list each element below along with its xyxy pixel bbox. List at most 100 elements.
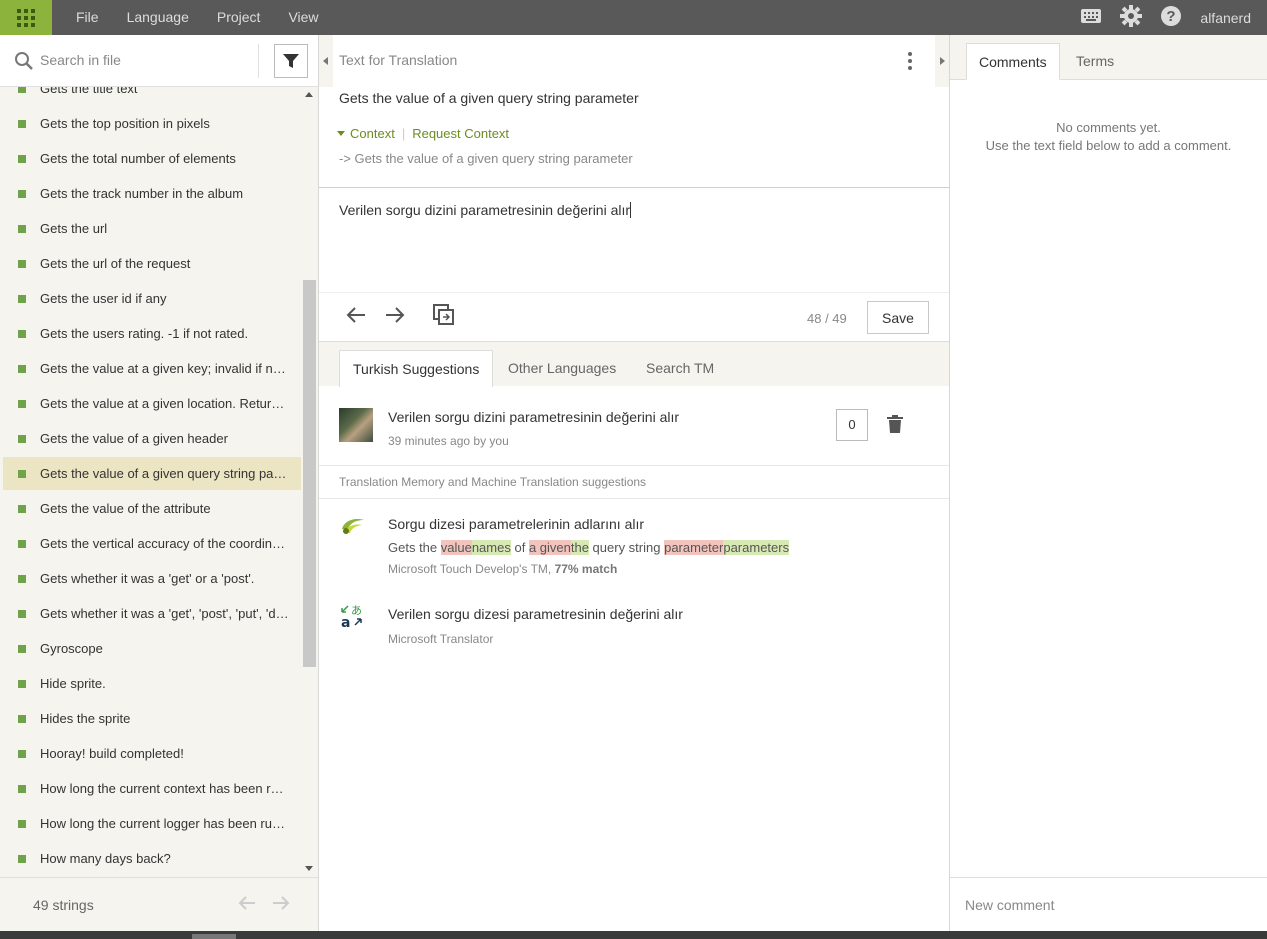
status-dot-icon bbox=[18, 574, 26, 583]
match-percent: 77% match bbox=[554, 562, 618, 576]
string-list-item[interactable]: Gets the value of a given header bbox=[3, 422, 301, 455]
menu-project[interactable]: Project bbox=[203, 0, 275, 35]
tab-terms[interactable]: Terms bbox=[1064, 43, 1126, 80]
filter-button[interactable] bbox=[274, 44, 308, 78]
comments-panel: Comments Terms No comments yet. Use the … bbox=[949, 35, 1267, 931]
editor-panel: Text for Translation Gets the value of a… bbox=[319, 35, 949, 931]
string-list-item[interactable]: Gets the total number of elements bbox=[3, 142, 301, 175]
string-list-item[interactable]: Gets the title text bbox=[3, 87, 301, 105]
scroll-down-arrow-icon[interactable] bbox=[305, 866, 313, 871]
string-list-item-label: Gets the value of a given query string p… bbox=[40, 466, 290, 481]
collapse-right-button[interactable] bbox=[935, 35, 949, 87]
arrow-left-icon[interactable] bbox=[346, 306, 366, 327]
svg-text:あ: あ bbox=[351, 604, 362, 617]
string-list-item-label: Gets whether it was a 'get', 'post', 'pu… bbox=[40, 606, 290, 621]
editor-toolbar: 48 / 49 Save bbox=[319, 292, 949, 341]
arrow-right-icon[interactable] bbox=[385, 306, 405, 327]
username[interactable]: alfanerd bbox=[1200, 10, 1251, 26]
translator-icon: aあ bbox=[340, 603, 364, 632]
string-list-item[interactable]: Gyroscope bbox=[3, 632, 301, 665]
context-description: -> Gets the value of a given query strin… bbox=[339, 151, 633, 166]
status-dot-icon bbox=[18, 819, 26, 828]
apps-grid-icon[interactable] bbox=[0, 0, 52, 35]
string-list-item[interactable]: Gets the users rating. -1 if not rated. bbox=[3, 317, 301, 350]
vote-count-button[interactable]: 0 bbox=[836, 409, 868, 441]
string-list-item[interactable]: Gets the url of the request bbox=[3, 247, 301, 280]
more-options-icon[interactable] bbox=[907, 52, 913, 70]
prev-page-icon[interactable] bbox=[238, 895, 256, 914]
tab-turkish-suggestions[interactable]: Turkish Suggestions bbox=[339, 350, 494, 387]
search-icon bbox=[14, 51, 34, 74]
chevron-left-icon bbox=[323, 57, 328, 65]
menu-view[interactable]: View bbox=[274, 0, 332, 35]
status-dot-icon bbox=[18, 294, 26, 303]
collapse-left-button[interactable] bbox=[319, 35, 333, 87]
string-list-item-label: Gets the url bbox=[40, 221, 108, 236]
search-input[interactable]: Search in file bbox=[40, 52, 121, 68]
string-list-item[interactable]: Hooray! build completed! bbox=[3, 737, 301, 770]
tab-other-languages[interactable]: Other Languages bbox=[495, 350, 629, 387]
string-count: 49 strings bbox=[33, 897, 94, 913]
source-string: Gets the value of a given query string p… bbox=[339, 90, 639, 106]
divider bbox=[319, 187, 949, 188]
chevron-right-icon bbox=[940, 57, 945, 65]
string-list-item[interactable]: Gets the value of a given query string p… bbox=[3, 457, 301, 490]
scrollbar-thumb[interactable] bbox=[303, 280, 316, 667]
string-list-item[interactable]: Hide sprite. bbox=[3, 667, 301, 700]
context-toggle[interactable]: Context bbox=[350, 126, 395, 141]
menu-language[interactable]: Language bbox=[113, 0, 203, 35]
string-list-item[interactable]: How many days back? bbox=[3, 842, 301, 875]
string-list-item[interactable]: Gets the value at a given location. Retu… bbox=[3, 387, 301, 420]
gear-icon[interactable] bbox=[1120, 5, 1143, 30]
menu-file[interactable]: File bbox=[62, 0, 113, 35]
string-list-footer: 49 strings bbox=[0, 877, 318, 931]
help-icon[interactable]: ? bbox=[1160, 5, 1182, 30]
avatar bbox=[339, 408, 373, 442]
tab-search-tm[interactable]: Search TM bbox=[633, 350, 727, 387]
tab-comments[interactable]: Comments bbox=[966, 43, 1060, 80]
string-list-item[interactable]: How long the current context has been ru… bbox=[3, 772, 301, 805]
new-comment-field[interactable]: New comment bbox=[950, 877, 1267, 931]
next-page-icon[interactable] bbox=[272, 895, 290, 914]
string-list-item-label: Gets the vertical accuracy of the coordi… bbox=[40, 536, 290, 551]
keyboard-icon[interactable] bbox=[1080, 8, 1102, 27]
string-list-item-label: Gets the value of a given header bbox=[40, 431, 228, 446]
string-list-item[interactable]: Hides the sprite bbox=[3, 702, 301, 735]
comments-tabs: Comments Terms bbox=[950, 35, 1267, 80]
string-list-item[interactable]: Gets the top position in pixels bbox=[3, 107, 301, 140]
string-list-item-label: How long the current context has been ru… bbox=[40, 781, 290, 796]
status-dot-icon bbox=[18, 119, 26, 128]
string-list-item[interactable]: How long the current logger has been run… bbox=[3, 807, 301, 840]
suggestion-text: Verilen sorgu dizini parametresinin değe… bbox=[388, 409, 680, 425]
tm-diff: Gets the valuenames of a giventhe query … bbox=[388, 540, 790, 555]
context-row: Context | Request Context bbox=[337, 126, 509, 141]
string-list-item[interactable]: Gets the value of the attribute bbox=[3, 492, 301, 525]
string-list-item-label: Gyroscope bbox=[40, 641, 103, 656]
string-list-item[interactable]: Gets the track number in the album bbox=[3, 177, 301, 210]
request-context-link[interactable]: Request Context bbox=[412, 126, 509, 141]
trash-icon[interactable] bbox=[887, 415, 903, 436]
string-list-item[interactable]: Gets the vertical accuracy of the coordi… bbox=[3, 527, 301, 560]
own-suggestion[interactable]: Verilen sorgu dizini parametresinin değe… bbox=[319, 386, 949, 466]
svg-text:a: a bbox=[341, 615, 350, 629]
save-button[interactable]: Save bbox=[867, 301, 929, 334]
tm-suggestion[interactable]: Sorgu dizesi parametrelerinin adlarını a… bbox=[319, 499, 949, 589]
status-dot-icon bbox=[18, 644, 26, 653]
horizontal-scroll-thumb[interactable] bbox=[192, 934, 236, 939]
string-list-item-label: Gets the user id if any bbox=[40, 291, 167, 306]
string-list-item[interactable]: Gets the user id if any bbox=[3, 282, 301, 315]
translation-input[interactable]: Verilen sorgu dizini parametresinin değe… bbox=[339, 202, 632, 218]
string-list-item[interactable]: Gets the url bbox=[3, 212, 301, 245]
mt-suggestion[interactable]: aあ Verilen sorgu dizesi parametresinin d… bbox=[319, 595, 949, 655]
string-list-item[interactable]: Gets the value at a given key; invalid i… bbox=[3, 352, 301, 385]
copy-source-icon[interactable] bbox=[433, 304, 455, 329]
scroll-up-arrow-icon[interactable] bbox=[305, 92, 313, 97]
status-dot-icon bbox=[18, 469, 26, 478]
string-list-item[interactable]: Gets whether it was a 'get' or a 'post'. bbox=[3, 562, 301, 595]
suggestion-tabs: Turkish Suggestions Other Languages Sear… bbox=[319, 341, 949, 387]
string-list-item-label: Gets the value at a given key; invalid i… bbox=[40, 361, 290, 376]
string-list-item[interactable]: Gets whether it was a 'get', 'post', 'pu… bbox=[3, 597, 301, 630]
status-dot-icon bbox=[18, 189, 26, 198]
status-dot-icon bbox=[18, 364, 26, 373]
status-dot-icon bbox=[18, 784, 26, 793]
